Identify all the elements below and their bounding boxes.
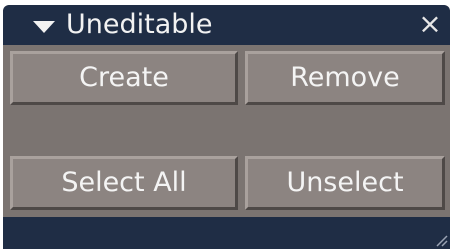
- panel-title: Uneditable: [66, 9, 213, 40]
- collapse-triangle-icon[interactable]: [33, 21, 55, 33]
- close-icon[interactable]: ×: [415, 8, 445, 40]
- remove-button[interactable]: Remove: [245, 51, 445, 105]
- unselect-button[interactable]: Unselect: [245, 156, 445, 210]
- panel-footer: [3, 217, 450, 249]
- create-button[interactable]: Create: [10, 51, 238, 105]
- select-all-button[interactable]: Select All: [10, 156, 238, 210]
- panel-titlebar[interactable]: Uneditable ×: [3, 5, 450, 45]
- uneditable-panel: Uneditable × Create Remove Select All Un…: [3, 5, 450, 249]
- resize-grip-icon[interactable]: [434, 233, 448, 247]
